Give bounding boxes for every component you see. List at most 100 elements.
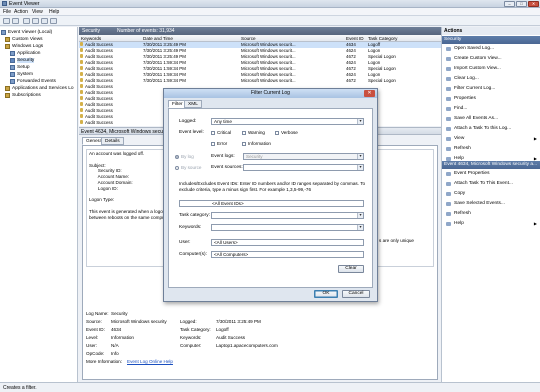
table-row[interactable]: Audit Success 7/30/2011 1:59:34 PM Microso… <box>79 60 441 66</box>
action-item[interactable]: Help ▶ <box>442 220 540 228</box>
menu-action[interactable]: Action <box>14 9 28 15</box>
up-icon[interactable] <box>23 18 30 24</box>
tree-item-application[interactable]: Application <box>10 50 40 57</box>
table-cell: 4672 <box>346 66 356 71</box>
action-item[interactable]: View ▶ <box>442 135 540 143</box>
tree-item-event-viewer[interactable]: Event Viewer (Local) <box>1 29 52 36</box>
action-item[interactable]: Open Saved Log... <box>442 45 540 53</box>
menu-file[interactable]: File <box>3 9 11 15</box>
clear-button[interactable]: Clear <box>338 265 364 273</box>
table-row[interactable]: Audit Success 7/30/2011 3:25:49 PM Microso… <box>79 42 441 48</box>
action-label: Properties <box>454 96 476 101</box>
action-item[interactable]: Event Properties <box>442 170 540 178</box>
actions-section-security[interactable]: Security <box>442 36 540 44</box>
menu-help[interactable]: Help <box>49 9 59 15</box>
action-item[interactable]: Attach a Task To this Log... <box>442 125 540 133</box>
dialog-close-button[interactable]: ✕ <box>364 90 375 97</box>
ok-button[interactable]: OK <box>314 290 338 298</box>
label-more-information: More Information: <box>86 359 122 364</box>
action-item[interactable]: Attach Task To This Event... <box>442 180 540 188</box>
filter-current-log-dialog: Filter Current Log ✕ Filter XML Logged: … <box>163 88 378 302</box>
critical-checkbox[interactable]: Critical <box>211 130 231 135</box>
action-item[interactable]: Clear Log... <box>442 75 540 83</box>
forward-icon[interactable] <box>12 18 19 24</box>
error-checkbox[interactable]: Error <box>211 141 227 146</box>
action-item[interactable]: Create Custom View... <box>442 55 540 63</box>
critical-label: Critical <box>217 130 232 135</box>
table-row[interactable]: Audit Success 7/30/2011 1:59:34 PM Microso… <box>79 66 441 72</box>
event-ids-input[interactable]: <All Event IDs> <box>179 200 364 207</box>
action-item[interactable]: Save Selected Events... <box>442 200 540 208</box>
tree-item-setup[interactable]: Setup <box>10 64 30 71</box>
help-icon[interactable] <box>41 18 48 24</box>
table-row[interactable]: Audit Success 7/30/2011 1:59:34 PM Microso… <box>79 78 441 84</box>
by-source-radio[interactable]: By source <box>175 165 201 170</box>
back-icon[interactable] <box>3 18 10 24</box>
action-item[interactable]: Save All Events As... <box>442 115 540 123</box>
action-label: Save Selected Events... <box>454 201 505 206</box>
tree-item-forwarded-events[interactable]: Forwarded Events <box>10 78 56 85</box>
column-header-event-id[interactable]: Event ID <box>346 36 364 41</box>
log-icon <box>10 65 15 70</box>
table-cell: Audit Success <box>85 60 113 65</box>
action-icon <box>446 57 451 61</box>
event-logs-dropdown[interactable]: Security ▼ <box>243 153 364 160</box>
action-item[interactable]: Properties <box>442 95 540 103</box>
properties-icon[interactable] <box>50 18 57 24</box>
column-header-row: Keywords Date and Time Source Event ID T… <box>79 35 441 42</box>
logged-dropdown[interactable]: Any time ▼ <box>211 118 364 125</box>
user-input[interactable]: <All Users> <box>211 239 364 246</box>
action-item[interactable]: Copy <box>442 190 540 198</box>
table-row[interactable]: Audit Success 7/30/2011 3:25:49 PM Microso… <box>79 54 441 60</box>
table-row[interactable]: Audit Success 7/30/2011 1:59:34 PM Microso… <box>79 72 441 78</box>
key-icon <box>80 108 83 112</box>
menu-view[interactable]: View <box>32 9 43 15</box>
close-button[interactable]: ✕ <box>528 1 539 7</box>
task-category-dropdown[interactable]: ▼ <box>211 212 364 219</box>
table-row[interactable]: Audit Success 7/30/2011 3:25:49 PM Microso… <box>79 48 441 54</box>
value-opcode: Info <box>111 351 119 356</box>
tree-item-system[interactable]: System <box>10 71 33 78</box>
warning-checkbox[interactable]: Warning <box>242 130 265 135</box>
column-header-keywords[interactable]: Keywords <box>81 36 101 41</box>
action-item[interactable]: Import Custom View... <box>442 65 540 73</box>
label-user: User: <box>86 343 97 348</box>
by-log-radio[interactable]: By log <box>175 154 194 159</box>
action-icon <box>446 212 451 216</box>
action-label: Clear Log... <box>454 76 479 81</box>
verbose-checkbox[interactable]: Verbose <box>275 130 298 135</box>
column-header-task-category[interactable]: Task Category <box>368 36 397 41</box>
action-label: Refresh <box>454 211 471 216</box>
keywords-dropdown[interactable]: ▼ <box>211 224 364 231</box>
action-icon <box>446 107 451 111</box>
tree-item-windows-logs[interactable]: Windows Logs <box>5 43 43 50</box>
cancel-button[interactable]: Cancel <box>342 290 370 298</box>
tree-item-applications-services[interactable]: Applications and Services Lo <box>5 85 74 92</box>
event-log-online-help-link[interactable]: Event Log Online Help <box>127 359 173 364</box>
tab-details[interactable]: Details <box>101 137 124 145</box>
minimize-button[interactable]: – <box>504 1 515 7</box>
column-header-date[interactable]: Date and Time <box>143 36 173 41</box>
folder-icon <box>5 93 10 98</box>
computer-input[interactable]: <All Computers> <box>211 251 364 258</box>
key-icon <box>80 114 83 118</box>
event-sources-dropdown[interactable]: ▼ <box>243 164 364 171</box>
actions-section-event[interactable]: Event 4634, Microsoft Windows security a… <box>442 161 540 169</box>
by-log-label: By log <box>181 154 194 159</box>
action-item[interactable]: Refresh <box>442 145 540 153</box>
action-item[interactable]: Filter Current Log... <box>442 85 540 93</box>
tree-item-subscriptions[interactable]: Subscriptions <box>5 92 41 99</box>
tab-xml[interactable]: XML <box>184 100 202 108</box>
action-label: Open Saved Log... <box>454 46 495 51</box>
action-item[interactable]: Find... <box>442 105 540 113</box>
information-checkbox[interactable]: Information <box>242 141 271 146</box>
value-source: Microsoft Windows security <box>111 319 167 324</box>
action-item[interactable]: Refresh <box>442 210 540 218</box>
tree-item-custom-views[interactable]: Custom Views <box>5 36 43 43</box>
tree-item-security[interactable]: Security <box>10 57 35 64</box>
column-header-source[interactable]: Source <box>241 36 256 41</box>
show-hide-tree-icon[interactable] <box>32 18 39 24</box>
maximize-button[interactable]: □ <box>516 1 527 7</box>
title-bar: Event Viewer – □ ✕ <box>0 0 540 8</box>
log-header: Security Number of events: 31,934 <box>79 27 441 35</box>
